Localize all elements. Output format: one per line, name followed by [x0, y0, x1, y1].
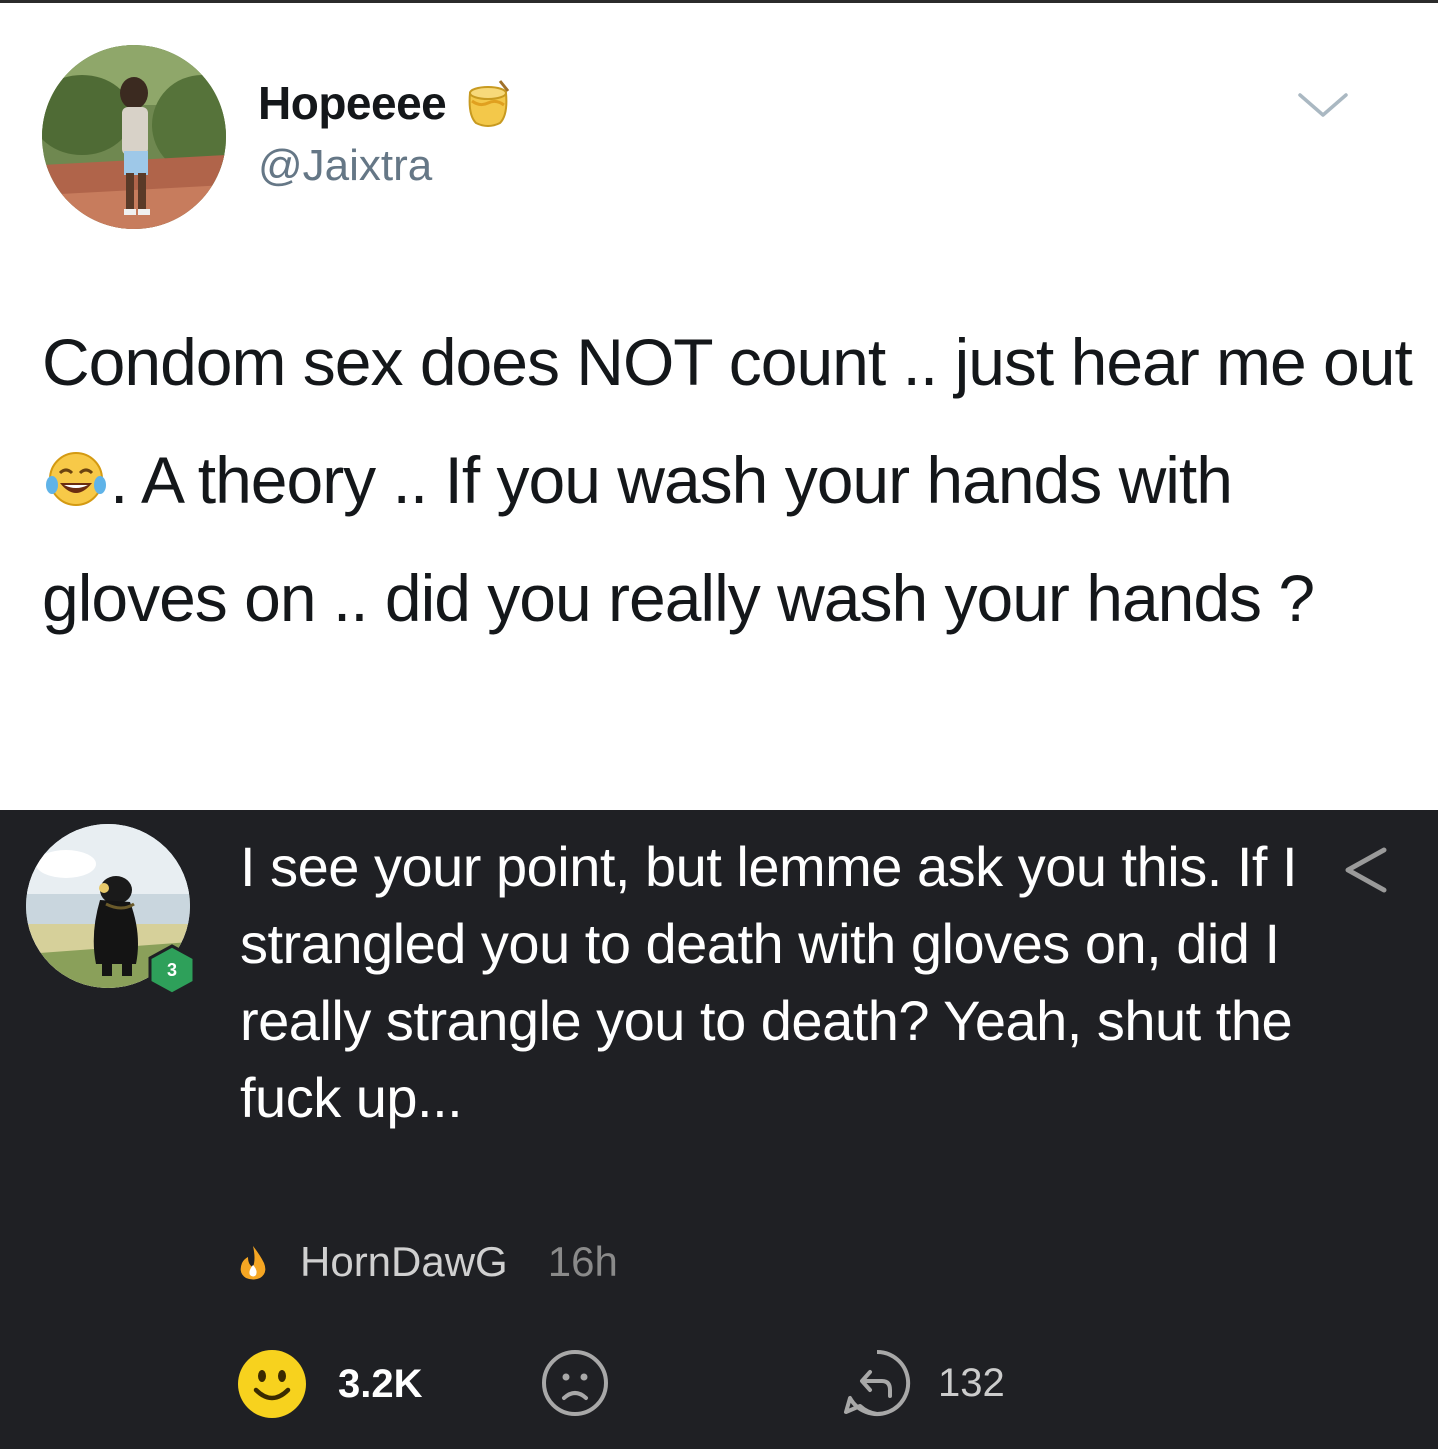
tweet-text: Condom sex does NOT count .. just hear m… [42, 303, 1413, 657]
comment-actions: 3.2K 132 [236, 1348, 1056, 1422]
reply-icon [844, 1349, 911, 1416]
comment-time: 16h [547, 1238, 618, 1285]
face-with-tears-of-joy-icon [46, 452, 106, 506]
comment-author-row: HornDawG 16h [234, 1238, 618, 1286]
like-button[interactable]: 3.2K [236, 1348, 423, 1420]
comment-card: 3 I see your point, but lemme ask you th… [0, 810, 1438, 1449]
comment-text: I see your point, but lemme ask you this… [240, 835, 1298, 1129]
reply-button[interactable]: 132 [842, 1348, 1005, 1418]
tweet-card: Hopeeee @Jaixtra Condom sex does NOT cou… [0, 3, 1438, 810]
display-name[interactable]: Hopeeee [258, 76, 447, 130]
user-handle[interactable]: @Jaixtra [258, 141, 432, 191]
tweet-text-part-1: Condom sex does NOT count .. just hear m… [42, 325, 1413, 399]
tweet-name-row: Hopeeee [258, 75, 516, 131]
reply-count: 132 [938, 1360, 1005, 1405]
tweet-text-part-2: . A theory .. If you wash your hands wit… [42, 443, 1315, 635]
smile-icon [238, 1350, 306, 1418]
tweet-avatar[interactable] [42, 45, 226, 229]
fire-icon [240, 1246, 266, 1280]
avatar-photo [42, 45, 226, 229]
comment-author[interactable]: HornDawG [300, 1238, 508, 1286]
honey-pot-icon [468, 80, 510, 127]
share-icon[interactable] [1340, 842, 1392, 898]
like-count: 3.2K [338, 1361, 423, 1406]
frown-icon [542, 1350, 608, 1416]
level-number: 3 [166, 960, 177, 980]
chevron-down-icon[interactable] [1290, 85, 1356, 125]
dislike-button[interactable] [540, 1348, 610, 1418]
